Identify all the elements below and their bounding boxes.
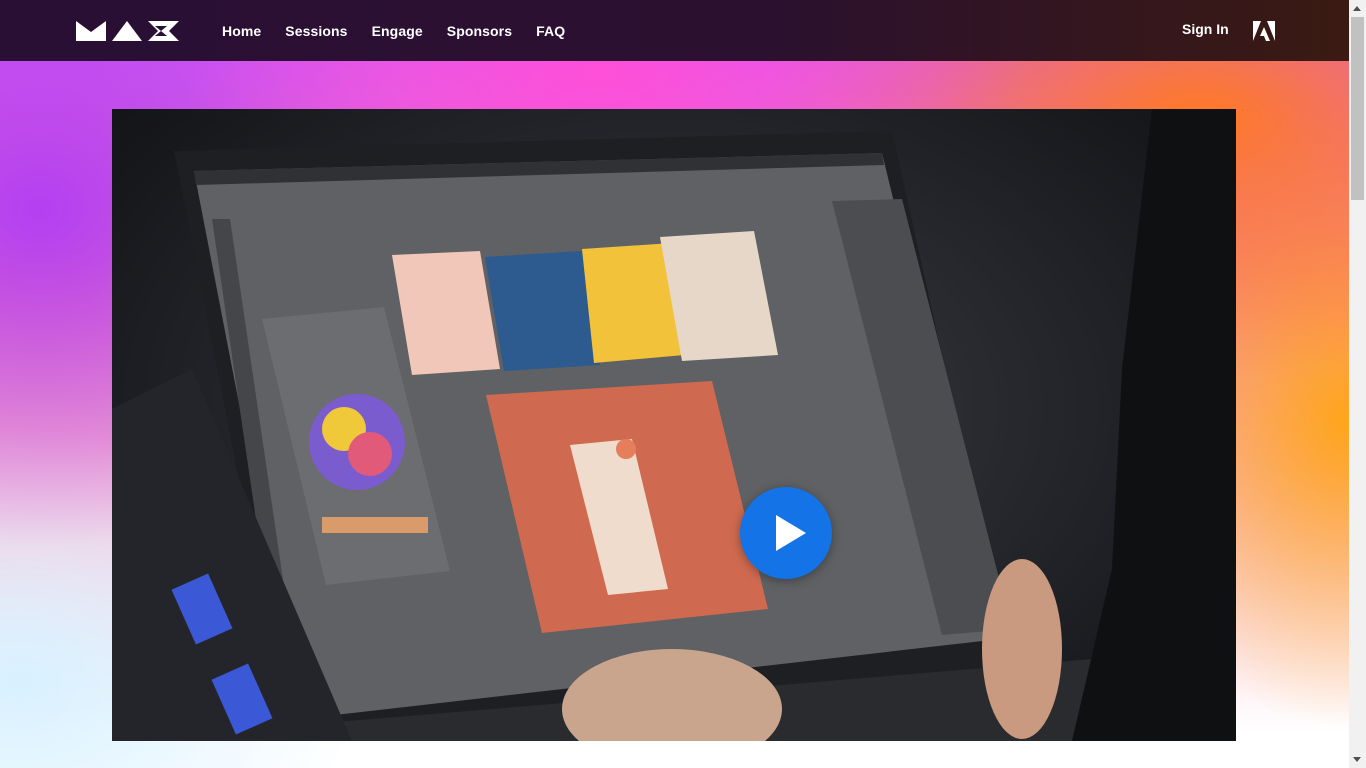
sign-in-link[interactable]: Sign In <box>1182 21 1229 37</box>
chevron-up-icon <box>1353 6 1361 11</box>
nav-link-sponsors[interactable]: Sponsors <box>447 23 512 39</box>
main-nav: Home Sessions Engage Sponsors FAQ <box>222 0 565 61</box>
play-button[interactable] <box>740 487 832 579</box>
max-logo-icon[interactable] <box>76 21 179 41</box>
scrollbar-thumb[interactable] <box>1351 17 1364 200</box>
nav-link-faq[interactable]: FAQ <box>536 23 565 39</box>
video-player[interactable] <box>112 109 1236 741</box>
video-thumbnail <box>112 109 1236 741</box>
scroll-up-button[interactable] <box>1349 0 1366 17</box>
nav-link-home[interactable]: Home <box>222 23 261 39</box>
scroll-down-button[interactable] <box>1349 751 1366 768</box>
nav-link-sessions[interactable]: Sessions <box>285 23 347 39</box>
top-navigation: Home Sessions Engage Sponsors FAQ Sign I… <box>0 0 1349 61</box>
adobe-logo-icon[interactable] <box>1253 21 1275 41</box>
nav-link-engage[interactable]: Engage <box>372 23 423 39</box>
play-icon <box>776 515 806 551</box>
chevron-down-icon <box>1353 757 1361 762</box>
vertical-scrollbar[interactable] <box>1349 0 1366 768</box>
